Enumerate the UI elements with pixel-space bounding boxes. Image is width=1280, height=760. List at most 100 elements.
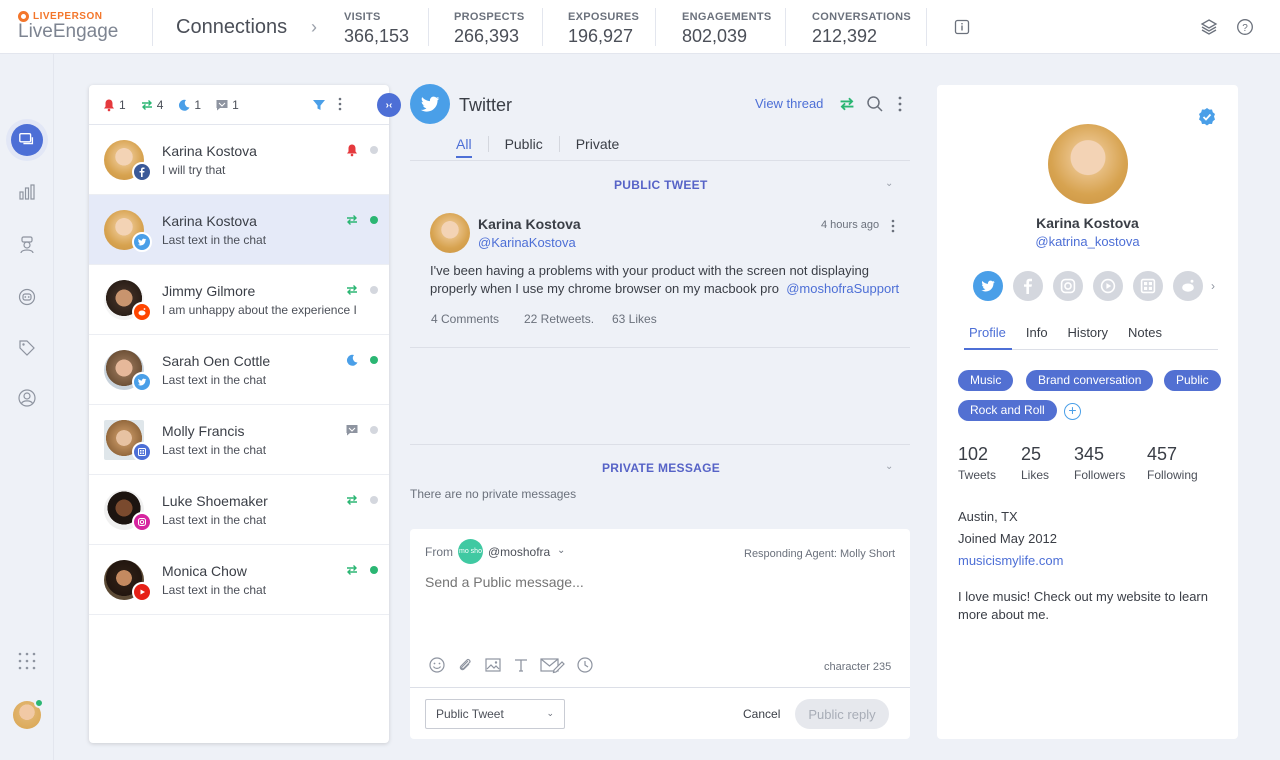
- profile-avatar: [1048, 124, 1128, 204]
- message-composer: From mo sho @moshofra ⌄ Responding Agent…: [410, 529, 910, 739]
- filter-alerts[interactable]: 1: [102, 98, 126, 112]
- nav-agents-icon[interactable]: [12, 230, 42, 260]
- from-handle[interactable]: @moshofra: [488, 545, 550, 559]
- conversation-item[interactable]: Luke Shoemaker Last text in the chat: [89, 475, 389, 545]
- stat-likes[interactable]: 25 Likes: [1021, 444, 1049, 482]
- filter-transfers[interactable]: 4: [140, 98, 163, 112]
- stat-exposures[interactable]: EXPOSURES 196,927: [568, 11, 639, 47]
- tag-chip[interactable]: Brand conversation: [1026, 370, 1154, 391]
- profile-panel: Karina Kostova @katrina_kostova › Profil…: [937, 85, 1238, 739]
- transfer-arrows-icon[interactable]: [838, 95, 856, 113]
- conversation-item[interactable]: Monica Chow Last text in the chat: [89, 545, 389, 615]
- chevron-right-icon[interactable]: ›: [311, 17, 317, 38]
- filter-away[interactable]: 1: [177, 98, 201, 112]
- profile-handle[interactable]: @katrina_kostova: [937, 234, 1238, 249]
- emoji-icon[interactable]: [428, 656, 446, 674]
- text-format-icon[interactable]: [512, 656, 530, 674]
- facebook-icon[interactable]: [1013, 271, 1043, 301]
- tag-chip[interactable]: Rock and Roll: [958, 400, 1057, 421]
- user-avatar[interactable]: [13, 698, 44, 729]
- apps-grid-icon[interactable]: [12, 646, 42, 676]
- tweet-timestamp: 4 hours ago: [821, 219, 880, 231]
- public-reply-button[interactable]: Public reply: [795, 699, 889, 729]
- conversation-item[interactable]: Sarah Oen Cottle Last text in the chat: [89, 335, 389, 405]
- nav-profile-icon[interactable]: [12, 383, 42, 413]
- chevron-down-icon[interactable]: ⌄: [885, 461, 893, 472]
- filter-icon[interactable]: [311, 97, 327, 113]
- last-message: I will try that: [162, 163, 226, 177]
- twitter-icon: [132, 232, 152, 252]
- conversation-item[interactable]: Karina Kostova I will try that: [89, 125, 389, 195]
- conversation-item[interactable]: Molly Francis Last text in the chat: [89, 405, 389, 475]
- tab-public[interactable]: Public: [489, 136, 559, 152]
- instagram-icon[interactable]: [1053, 271, 1083, 301]
- tab-notes[interactable]: Notes: [1128, 325, 1162, 340]
- tab-private[interactable]: Private: [560, 136, 636, 152]
- stat-following[interactable]: 457 Following: [1147, 444, 1198, 482]
- search-icon[interactable]: [866, 95, 884, 113]
- tweet-likes[interactable]: 63 Likes: [612, 312, 657, 326]
- tweet-mention[interactable]: @moshofraSupport: [786, 281, 899, 296]
- view-thread-link[interactable]: View thread: [755, 96, 823, 111]
- conversation-item-selected[interactable]: Karina Kostova Last text in the chat: [89, 195, 389, 265]
- stat-visits[interactable]: VISITS 366,153: [344, 11, 409, 47]
- more-vertical-icon[interactable]: [337, 96, 343, 112]
- brand-logo: mo sho: [458, 539, 483, 564]
- tweet-author-handle[interactable]: @KarinaKostova: [478, 235, 576, 250]
- private-message-header[interactable]: PRIVATE MESSAGE: [602, 461, 720, 475]
- app-icon[interactable]: [1133, 271, 1163, 301]
- canned-response-icon[interactable]: [540, 656, 566, 674]
- contact-name: Molly Francis: [162, 423, 245, 439]
- tab-all[interactable]: All: [456, 136, 488, 158]
- cancel-button[interactable]: Cancel: [743, 707, 780, 721]
- profile-website-link[interactable]: musicismylife.com: [958, 553, 1063, 568]
- more-vertical-icon[interactable]: [897, 95, 903, 113]
- youtube-icon: [132, 582, 152, 602]
- public-tweet-header[interactable]: PUBLIC TWEET: [614, 178, 708, 192]
- help-icon[interactable]: ?: [1236, 18, 1254, 36]
- tab-history[interactable]: History: [1068, 325, 1108, 340]
- message-input[interactable]: [425, 574, 895, 590]
- divider: [410, 687, 910, 688]
- youtube-icon[interactable]: [1093, 271, 1123, 301]
- stat-conversations[interactable]: CONVERSATIONS 212,392: [812, 11, 911, 47]
- transfer-arrows-icon: [141, 99, 152, 110]
- image-icon[interactable]: [484, 656, 502, 674]
- collapse-panel-button[interactable]: ›‹: [377, 93, 401, 117]
- more-vertical-icon[interactable]: [891, 219, 895, 233]
- nav-bots-icon[interactable]: [12, 282, 42, 312]
- stat-followers[interactable]: 345 Followers: [1074, 444, 1125, 482]
- chevron-right-icon[interactable]: ›: [1211, 279, 1215, 293]
- message-type-select[interactable]: Public Tweet ⌄: [425, 699, 565, 729]
- attachment-icon[interactable]: [456, 656, 474, 674]
- clock-icon[interactable]: [576, 656, 594, 674]
- divider: [428, 8, 429, 46]
- instagram-icon: [132, 512, 152, 532]
- stat-tweets[interactable]: 102 Tweets: [958, 444, 996, 482]
- nav-tags-icon[interactable]: [12, 333, 42, 363]
- info-icon[interactable]: [953, 18, 971, 36]
- filter-messages[interactable]: 1: [215, 98, 239, 112]
- contact-name: Karina Kostova: [162, 213, 257, 229]
- liveperson-logo[interactable]: LIVEPERSON LiveEngage: [18, 11, 118, 43]
- tag-chip[interactable]: Music: [958, 370, 1014, 391]
- add-tag-icon[interactable]: +: [1064, 403, 1081, 420]
- tag-chip[interactable]: Public: [1164, 370, 1221, 391]
- tab-info[interactable]: Info: [1026, 325, 1048, 340]
- nav-analytics-icon[interactable]: [12, 177, 42, 207]
- chevron-down-icon[interactable]: ⌄: [885, 178, 893, 189]
- reddit-icon[interactable]: [1173, 271, 1203, 301]
- stat-engagements[interactable]: ENGAGEMENTS 802,039: [682, 11, 771, 47]
- active-tab-indicator: [964, 348, 1012, 350]
- profile-tabs: Profile Info History Notes: [964, 325, 1182, 340]
- transfer-arrows-icon: [347, 285, 357, 295]
- twitter-icon[interactable]: [973, 271, 1003, 301]
- chevron-down-icon[interactable]: ⌄: [557, 545, 565, 556]
- tab-profile[interactable]: Profile: [969, 325, 1006, 340]
- conversation-item[interactable]: Jimmy Gilmore I am unhappy about the exp…: [89, 265, 389, 335]
- stat-prospects[interactable]: PROSPECTS 266,393: [454, 11, 525, 47]
- layers-icon[interactable]: [1200, 18, 1218, 36]
- nav-conversations-icon[interactable]: [11, 124, 43, 156]
- tweet-retweets[interactable]: 22 Retweets.: [524, 312, 594, 326]
- tweet-comments[interactable]: 4 Comments: [431, 312, 499, 326]
